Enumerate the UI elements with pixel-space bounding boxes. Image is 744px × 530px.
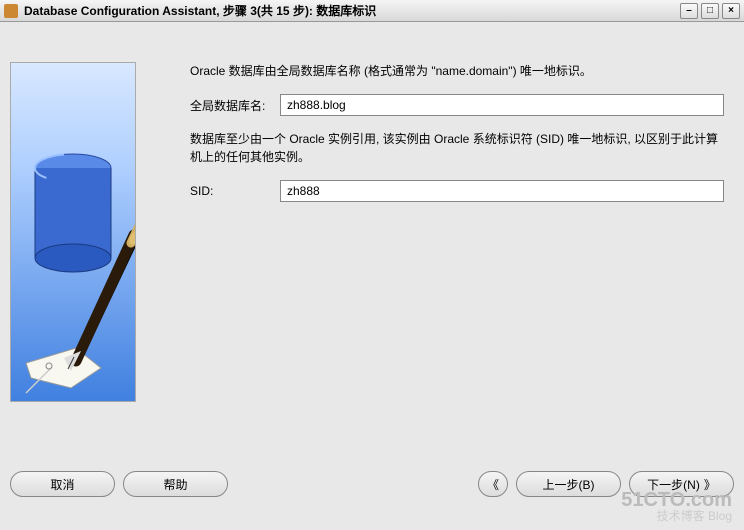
minimize-button[interactable]: –: [680, 3, 698, 19]
left-graphic-panel: [10, 62, 140, 460]
back-button[interactable]: 上一步(B): [516, 471, 621, 497]
description-text-2: 数据库至少由一个 Oracle 实例引用, 该实例由 Oracle 系统标识符 …: [190, 130, 724, 166]
window-titlebar: Database Configuration Assistant, 步骤 3(共…: [0, 0, 744, 22]
pen-tag-icon: [16, 193, 136, 402]
content-area: Oracle 数据库由全局数据库名称 (格式通常为 "name.domain")…: [0, 22, 744, 470]
watermark-sub: 技术博客 Blog: [621, 510, 732, 522]
global-db-name-row: 全局数据库名:: [190, 94, 724, 116]
form-panel: Oracle 数据库由全局数据库名称 (格式通常为 "name.domain")…: [140, 62, 734, 460]
back-arrow-label: 《: [487, 476, 499, 493]
cancel-button-label: 取消: [50, 476, 74, 493]
cancel-button[interactable]: 取消: [10, 471, 115, 497]
back-button-label: 上一步(B): [543, 476, 595, 493]
close-button[interactable]: ×: [722, 3, 740, 19]
window-title: Database Configuration Assistant, 步骤 3(共…: [24, 2, 376, 19]
help-button[interactable]: 帮助: [123, 471, 228, 497]
watermark: 51CTO.com 技术博客 Blog: [621, 490, 732, 522]
help-button-label: 帮助: [163, 476, 187, 493]
watermark-main: 51CTO.com: [621, 490, 732, 510]
app-icon: [4, 4, 18, 18]
window-controls: – □ ×: [680, 3, 740, 19]
sid-row: SID:: [190, 180, 724, 202]
maximize-button[interactable]: □: [701, 3, 719, 19]
back-arrow-button[interactable]: 《: [478, 471, 508, 497]
sid-label: SID:: [190, 184, 280, 198]
sid-input[interactable]: [280, 180, 724, 202]
global-db-name-label: 全局数据库名:: [190, 97, 280, 114]
description-text-1: Oracle 数据库由全局数据库名称 (格式通常为 "name.domain")…: [190, 62, 724, 80]
global-db-name-input[interactable]: [280, 94, 724, 116]
database-graphic: [10, 62, 136, 402]
